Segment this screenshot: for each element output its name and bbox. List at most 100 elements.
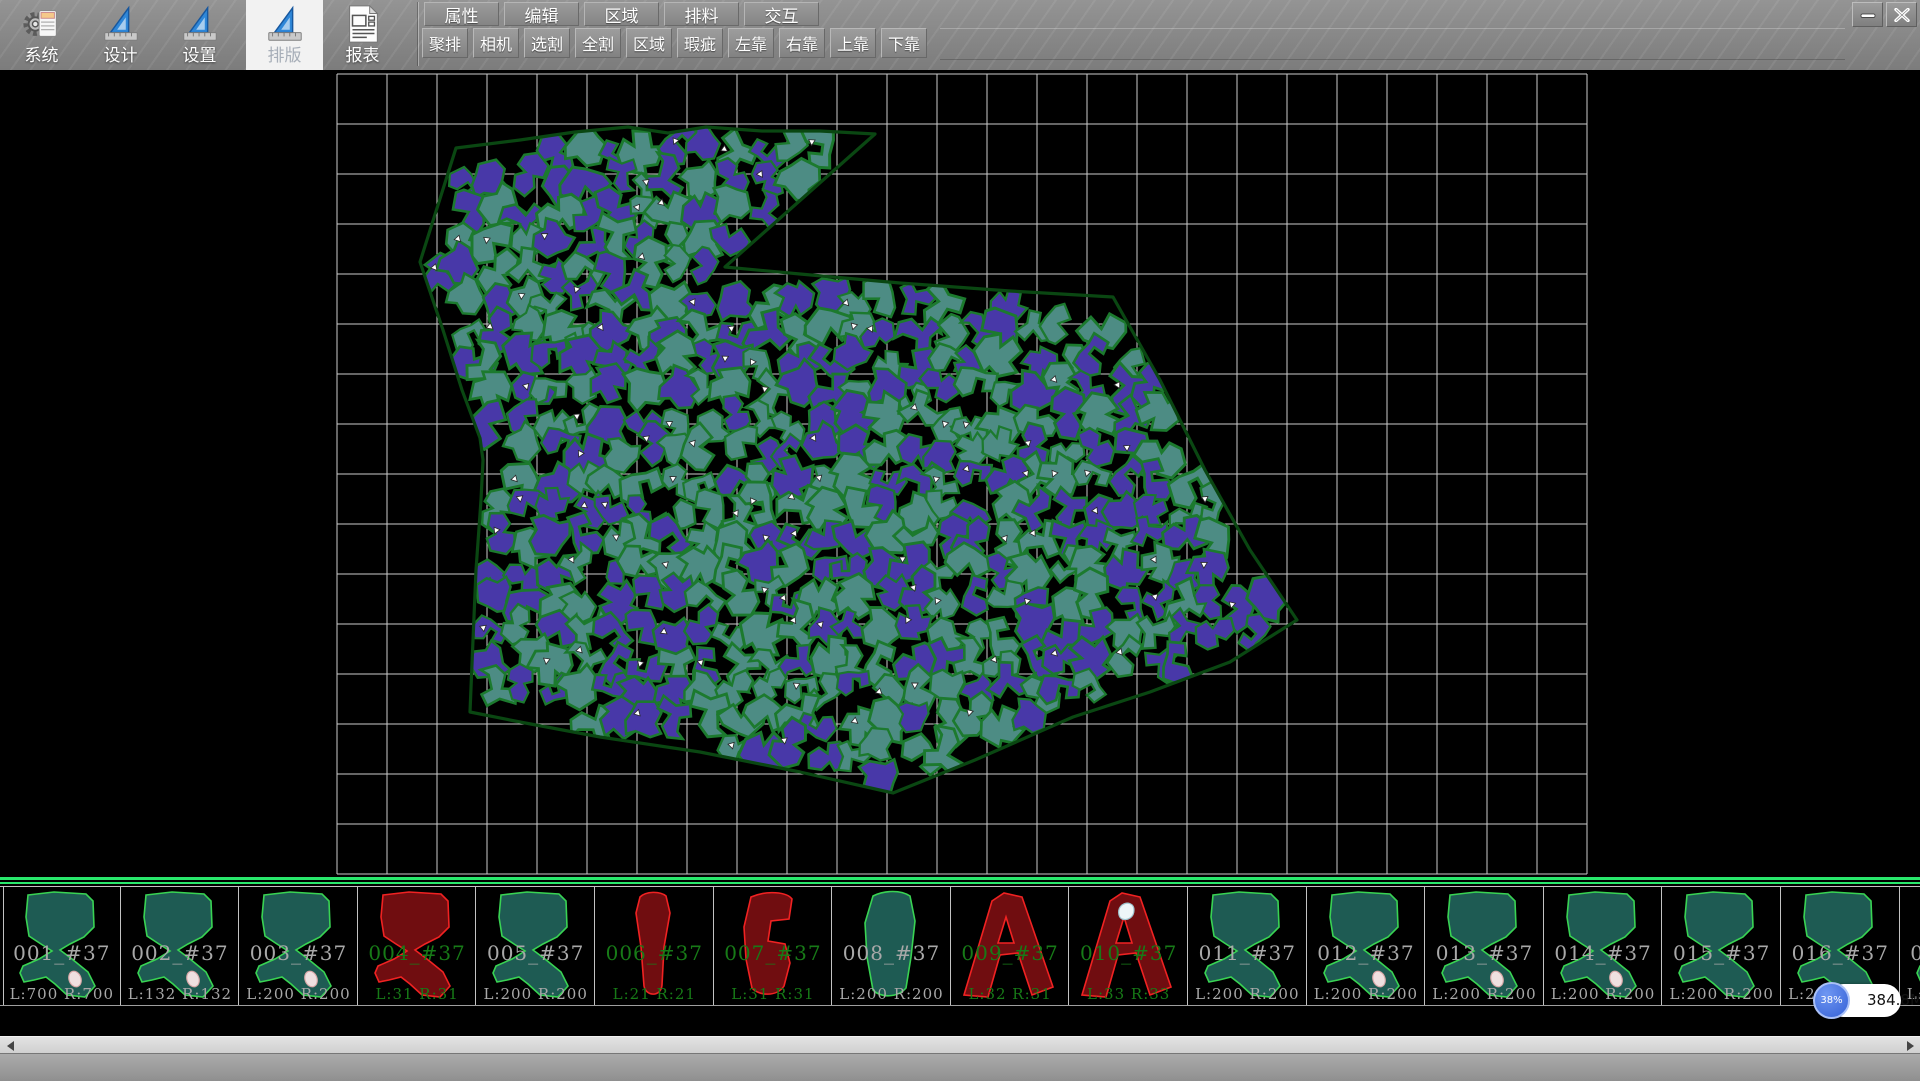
tool-button[interactable]: 左靠 bbox=[728, 28, 774, 58]
part-id: 007_#37 bbox=[715, 941, 832, 965]
settings-icon bbox=[179, 3, 221, 45]
part-thumbnail[interactable]: 004_#37 L:31 R:31 bbox=[359, 887, 477, 1005]
tool-button[interactable]: 全割 bbox=[575, 28, 621, 58]
design-icon bbox=[100, 3, 142, 45]
part-id: 002_#37 bbox=[122, 941, 239, 965]
part-thumbnail[interactable]: 015_#37 L:200 R:200 bbox=[1663, 887, 1781, 1005]
part-id: 005_#37 bbox=[477, 941, 594, 965]
part-id: 006_#37 bbox=[596, 941, 713, 965]
mode-button-settings[interactable]: 设置 bbox=[161, 0, 238, 70]
tool-row: 聚排相机选割全割区域瑕疵左靠右靠上靠下靠 bbox=[422, 28, 932, 58]
part-thumbnail[interactable]: 013_#37 L:200 R:200 bbox=[1426, 887, 1544, 1005]
part-id: 014_#37 bbox=[1545, 941, 1662, 965]
part-lr-count: L:31 R:31 bbox=[359, 985, 476, 1003]
minimize-button[interactable] bbox=[1852, 2, 1883, 27]
mode-button-label: 报表 bbox=[346, 45, 380, 67]
menu-button[interactable]: 编辑 bbox=[504, 2, 579, 26]
part-lr-count: L:200 R:200 bbox=[833, 985, 950, 1003]
part-lr-count: L:200 R:200 bbox=[1189, 985, 1306, 1003]
mode-button-design[interactable]: 设计 bbox=[82, 0, 159, 70]
part-id: 010_#37 bbox=[1070, 941, 1187, 965]
nesting-canvas[interactable] bbox=[0, 70, 1920, 877]
strip-border-top-2 bbox=[0, 882, 1920, 884]
part-thumbnail[interactable]: 009_#37 L:32 R:31 bbox=[952, 887, 1070, 1005]
part-lr-count: L:33 R:33 bbox=[1070, 985, 1187, 1003]
part-id: 009_#37 bbox=[952, 941, 1069, 965]
progress-circle: 38% bbox=[1813, 982, 1850, 1019]
progress-percent: 38% bbox=[1820, 995, 1842, 1006]
tool-button[interactable]: 聚排 bbox=[422, 28, 468, 58]
part-id: 008_#37 bbox=[833, 941, 950, 965]
status-bar bbox=[0, 1053, 1920, 1081]
part-thumbnail[interactable]: 003_#37 L:200 R:200 bbox=[240, 887, 358, 1005]
tool-button[interactable]: 选割 bbox=[524, 28, 570, 58]
part-id: 015_#37 bbox=[1663, 941, 1780, 965]
mode-button-system[interactable]: 系统 bbox=[3, 0, 80, 70]
tool-button[interactable]: 区域 bbox=[626, 28, 672, 58]
part-hole bbox=[1119, 903, 1134, 919]
part-id: 011_#37 bbox=[1189, 941, 1306, 965]
part-thumbnail-list: 001_#37L:700 R:700002_#37L:132 R:132003_… bbox=[0, 886, 1920, 1006]
part-lr-count: L:200 R:200 bbox=[240, 985, 357, 1003]
part-thumbnail[interactable]: 007_#37L:31 R:31 bbox=[715, 887, 833, 1005]
menu-button[interactable]: 区域 bbox=[584, 2, 659, 26]
strip-border-top bbox=[0, 877, 1920, 880]
menu-button[interactable]: 属性 bbox=[424, 2, 499, 26]
part-thumbnail[interactable]: 002_#37 L:132 R:132 bbox=[122, 887, 240, 1005]
part-id: 001_#37 bbox=[4, 941, 120, 965]
minimize-icon bbox=[1859, 8, 1877, 22]
report-icon bbox=[342, 3, 384, 45]
part-id: 012_#37 bbox=[1308, 941, 1425, 965]
menu-button[interactable]: 排料 bbox=[664, 2, 739, 26]
part-lr-count: L:700 R:700 bbox=[4, 985, 120, 1003]
progress-badge: 384.8M 38% bbox=[1813, 982, 1901, 1019]
mode-button-label: 设置 bbox=[183, 45, 217, 67]
layout-icon bbox=[264, 3, 306, 45]
part-lr-count: L:200 R:200 bbox=[1426, 985, 1543, 1003]
close-icon bbox=[1893, 8, 1911, 22]
toolbar-empty-panel bbox=[940, 28, 1845, 60]
part-lr-count: L:21 R:21 bbox=[596, 985, 713, 1003]
part-thumbnail[interactable]: 011_#37 L:200 R:200 bbox=[1189, 887, 1307, 1005]
parts-strip: 001_#37L:700 R:700002_#37L:132 R:132003_… bbox=[0, 877, 1920, 1008]
nested-pieces bbox=[416, 115, 1295, 799]
part-lr-count: L:200 R:200 bbox=[1663, 985, 1780, 1003]
part-thumbnail[interactable]: 012_#37 L:200 R:200 bbox=[1308, 887, 1426, 1005]
tool-button[interactable]: 瑕疵 bbox=[677, 28, 723, 58]
mode-button-report[interactable]: 报表 bbox=[324, 0, 401, 70]
part-id: 017_#37 bbox=[1901, 941, 1920, 965]
scroll-left-icon bbox=[7, 1041, 14, 1051]
part-thumbnail[interactable]: 014_#37 L:200 R:200 bbox=[1545, 887, 1663, 1005]
menu-button[interactable]: 交互 bbox=[744, 2, 819, 26]
nesting-canvas-area[interactable] bbox=[0, 70, 1920, 877]
part-thumbnail[interactable]: 008_#37 L:200 R:200 bbox=[833, 887, 951, 1005]
tool-button[interactable]: 相机 bbox=[473, 28, 519, 58]
mode-button-label: 设计 bbox=[104, 45, 138, 67]
tool-button[interactable]: 右靠 bbox=[779, 28, 825, 58]
part-lr-count: L:32 R:31 bbox=[952, 985, 1069, 1003]
part-thumbnail[interactable]: 001_#37 L:700 R:700 bbox=[3, 887, 121, 1005]
mode-button-label: 系统 bbox=[25, 45, 59, 67]
part-lr-count: L:200 R:200 bbox=[1308, 985, 1425, 1003]
close-button[interactable] bbox=[1886, 2, 1917, 27]
part-id: 013_#37 bbox=[1426, 941, 1543, 965]
scroll-right-button[interactable] bbox=[1902, 1037, 1918, 1054]
system-icon bbox=[21, 3, 63, 45]
part-lr-count: L:200 R:200 bbox=[1545, 985, 1662, 1003]
tool-button[interactable]: 上靠 bbox=[830, 28, 876, 58]
part-lr-count: L:132 R:132 bbox=[122, 985, 239, 1003]
scroll-left-button[interactable] bbox=[2, 1037, 18, 1054]
part-thumbnail[interactable]: 006_#37 L:21 R:21 bbox=[596, 887, 714, 1005]
part-thumbnail[interactable]: 005_#37 L:200 R:200 bbox=[477, 887, 595, 1005]
horizontal-scrollbar[interactable] bbox=[0, 1036, 1920, 1054]
scroll-right-icon bbox=[1907, 1041, 1914, 1051]
toolbar: 系统设计设置排版报表 属性编辑区域排料交互 聚排相机选割全割区域瑕疵左靠右靠上靠… bbox=[0, 0, 1920, 71]
part-id: 004_#37 bbox=[359, 941, 476, 965]
part-thumbnail[interactable]: 017_#37L:200 R:200 bbox=[1901, 887, 1920, 1005]
tool-button[interactable]: 下靠 bbox=[881, 28, 927, 58]
part-lr-count: L:200 R:200 bbox=[477, 985, 594, 1003]
part-thumbnail[interactable]: 010_#37 L:33 R:33 bbox=[1070, 887, 1188, 1005]
part-id: 003_#37 bbox=[240, 941, 357, 965]
part-id: 016_#37 bbox=[1782, 941, 1899, 965]
mode-button-layout[interactable]: 排版 bbox=[246, 0, 323, 70]
